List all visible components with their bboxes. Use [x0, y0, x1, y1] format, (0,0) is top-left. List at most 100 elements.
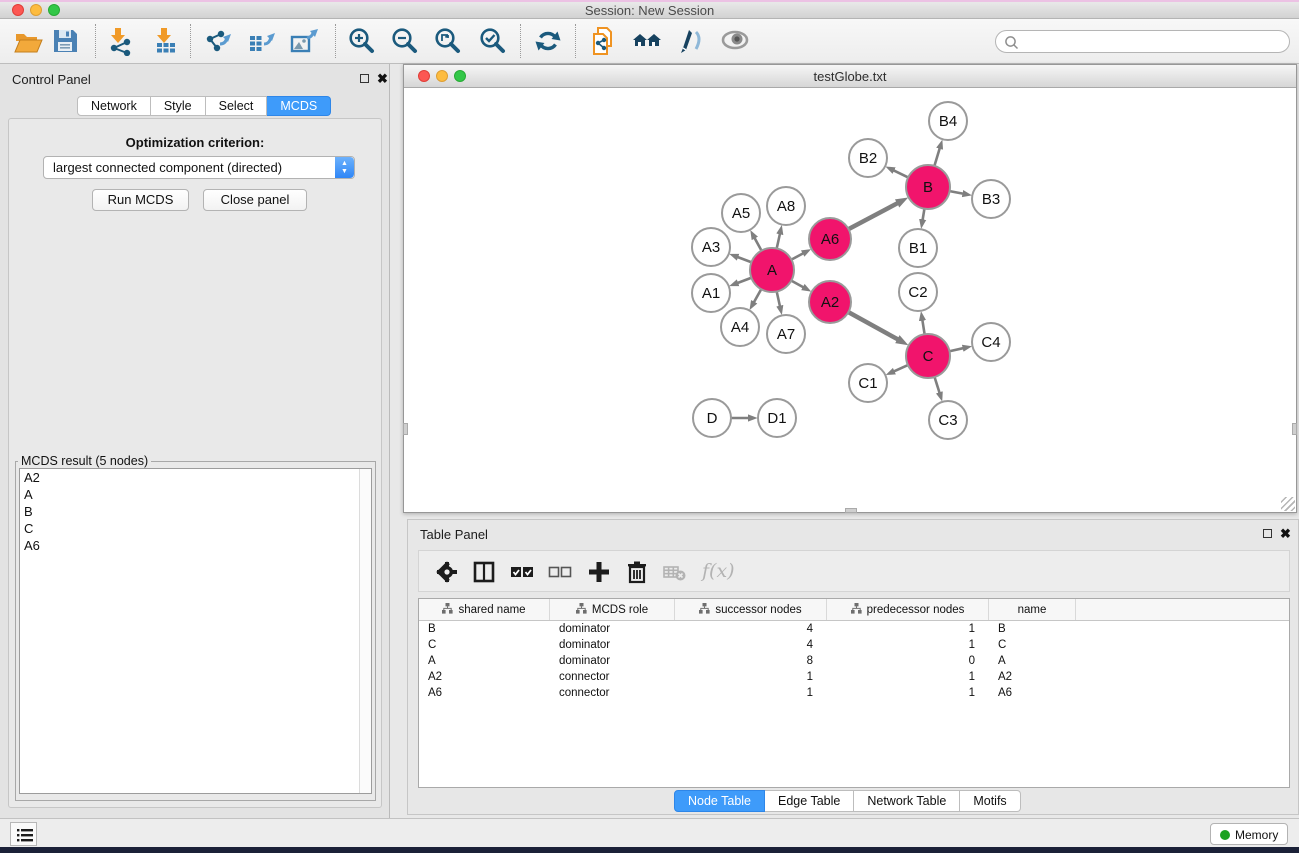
- birdseye-view-icon[interactable]: [720, 26, 750, 56]
- export-image-icon[interactable]: [289, 26, 319, 56]
- window-resize-grip[interactable]: [1281, 497, 1295, 511]
- add-column-icon[interactable]: [586, 559, 612, 585]
- graph-node-A1[interactable]: A1: [692, 274, 730, 312]
- window-resize-handle-right[interactable]: [1292, 423, 1297, 435]
- show-panels-button[interactable]: [10, 822, 37, 846]
- graph-node-C2[interactable]: C2: [899, 273, 937, 311]
- graph-edge-C-C3[interactable]: [935, 377, 940, 393]
- window-resize-handle-left[interactable]: [403, 423, 408, 435]
- graph-edge-B-B4[interactable]: [934, 148, 939, 166]
- delete-table-icon[interactable]: [661, 559, 687, 585]
- table-cell[interactable]: 0: [827, 653, 989, 669]
- graph-node-B2[interactable]: B2: [849, 139, 887, 177]
- node-table[interactable]: shared nameMCDS rolesuccessor nodesprede…: [418, 598, 1290, 788]
- graph-node-D1[interactable]: D1: [758, 399, 796, 437]
- delete-column-icon[interactable]: [624, 559, 650, 585]
- graph-node-A[interactable]: A: [750, 248, 794, 292]
- graph-edge-B-B3[interactable]: [950, 191, 964, 194]
- open-file-icon[interactable]: [13, 26, 43, 56]
- graph-node-B4[interactable]: B4: [929, 102, 967, 140]
- close-panel-button[interactable]: Close panel: [203, 189, 307, 211]
- graph-edge-C-C2[interactable]: [922, 320, 924, 335]
- table-cell[interactable]: connector: [550, 669, 675, 685]
- graph-edge-B-B1[interactable]: [923, 209, 925, 221]
- import-network-icon[interactable]: [105, 26, 135, 56]
- table-cell[interactable]: B: [989, 621, 1076, 637]
- table-cell[interactable]: A2: [419, 669, 550, 685]
- graph-edge-C-C1[interactable]: [894, 365, 908, 371]
- deselect-all-checkboxes-icon[interactable]: [547, 559, 573, 585]
- graph-edge-C-C4[interactable]: [949, 348, 963, 351]
- column-header-predecessor-nodes[interactable]: predecessor nodes: [827, 599, 989, 620]
- refresh-layout-icon[interactable]: [533, 26, 563, 56]
- table-cell[interactable]: A2: [989, 669, 1076, 685]
- tab-network-table[interactable]: Network Table: [854, 790, 960, 812]
- column-header-name[interactable]: name: [989, 599, 1076, 620]
- column-header-successor-nodes[interactable]: successor nodes: [675, 599, 827, 620]
- table-cell[interactable]: C: [419, 637, 550, 653]
- graph-edge-A-A4[interactable]: [754, 289, 762, 302]
- table-row[interactable]: Adominator80A: [419, 653, 1289, 669]
- table-cell[interactable]: dominator: [550, 621, 675, 637]
- zoom-selected-icon[interactable]: [477, 26, 507, 56]
- graph-node-A5[interactable]: A5: [722, 194, 760, 232]
- tab-style[interactable]: Style: [151, 96, 206, 116]
- graph-node-A6[interactable]: A6: [809, 218, 851, 260]
- table-row[interactable]: Bdominator41B: [419, 621, 1289, 637]
- graph-edge-B-B2[interactable]: [893, 170, 908, 177]
- tab-network[interactable]: Network: [77, 96, 151, 116]
- table-cell[interactable]: 1: [827, 621, 989, 637]
- graph-node-A3[interactable]: A3: [692, 228, 730, 266]
- table-cell[interactable]: dominator: [550, 653, 675, 669]
- function-builder-icon[interactable]: f(x): [702, 560, 735, 582]
- graph-edge-A-A2[interactable]: [791, 281, 803, 288]
- table-cell[interactable]: 8: [675, 653, 827, 669]
- zoom-out-icon[interactable]: [389, 26, 419, 56]
- table-cell[interactable]: 1: [675, 669, 827, 685]
- graph-edge-A-A7[interactable]: [777, 291, 780, 306]
- graph-node-A8[interactable]: A8: [767, 187, 805, 225]
- graph-node-B1[interactable]: B1: [899, 229, 937, 267]
- search-field[interactable]: [995, 30, 1290, 53]
- graph-edge-A6-B[interactable]: [849, 203, 898, 229]
- run-mcds-button[interactable]: Run MCDS: [92, 189, 189, 211]
- zoom-in-icon[interactable]: [346, 26, 376, 56]
- result-item[interactable]: A6: [20, 537, 371, 554]
- table-cell[interactable]: C: [989, 637, 1076, 653]
- graph-edge-A-A5[interactable]: [754, 238, 761, 251]
- graph-edge-A-A3[interactable]: [737, 257, 751, 262]
- table-row[interactable]: Cdominator41C: [419, 637, 1289, 653]
- column-visibility-icon[interactable]: [471, 559, 497, 585]
- table-cell[interactable]: A6: [989, 685, 1076, 701]
- table-row[interactable]: A2connector11A2: [419, 669, 1289, 685]
- save-session-icon[interactable]: [50, 26, 80, 56]
- mcds-result-list[interactable]: A2ABCA6: [19, 468, 372, 794]
- table-cell[interactable]: 1: [827, 685, 989, 701]
- search-input[interactable]: [1022, 32, 1282, 51]
- graph-node-C1[interactable]: C1: [849, 364, 887, 402]
- table-cell[interactable]: 4: [675, 637, 827, 653]
- float-table-panel-icon[interactable]: [1263, 529, 1272, 538]
- graph-node-A2[interactable]: A2: [809, 281, 851, 323]
- graph-node-B3[interactable]: B3: [972, 180, 1010, 218]
- table-cell[interactable]: 4: [675, 621, 827, 637]
- tab-node-table[interactable]: Node Table: [674, 790, 765, 812]
- export-table-icon[interactable]: [246, 26, 276, 56]
- graph-node-A7[interactable]: A7: [767, 315, 805, 353]
- result-item[interactable]: A2: [20, 469, 371, 486]
- close-table-panel-icon[interactable]: ✖: [1280, 528, 1291, 539]
- graph-node-C4[interactable]: C4: [972, 323, 1010, 361]
- zoom-fit-icon[interactable]: [432, 26, 462, 56]
- window-resize-handle-bottom[interactable]: [845, 508, 857, 513]
- select-all-checkboxes-icon[interactable]: [509, 559, 535, 585]
- graph-node-C3[interactable]: C3: [929, 401, 967, 439]
- float-panel-icon[interactable]: [360, 74, 369, 83]
- tab-select[interactable]: Select: [206, 96, 268, 116]
- network-window-titlebar[interactable]: testGlobe.txt: [404, 65, 1296, 88]
- table-row[interactable]: A6connector11A6: [419, 685, 1289, 701]
- tab-motifs[interactable]: Motifs: [960, 790, 1020, 812]
- new-network-from-selection-icon[interactable]: [590, 26, 620, 56]
- result-scrollbar[interactable]: [359, 469, 371, 793]
- table-cell[interactable]: A: [419, 653, 550, 669]
- graph-node-B[interactable]: B: [906, 165, 950, 209]
